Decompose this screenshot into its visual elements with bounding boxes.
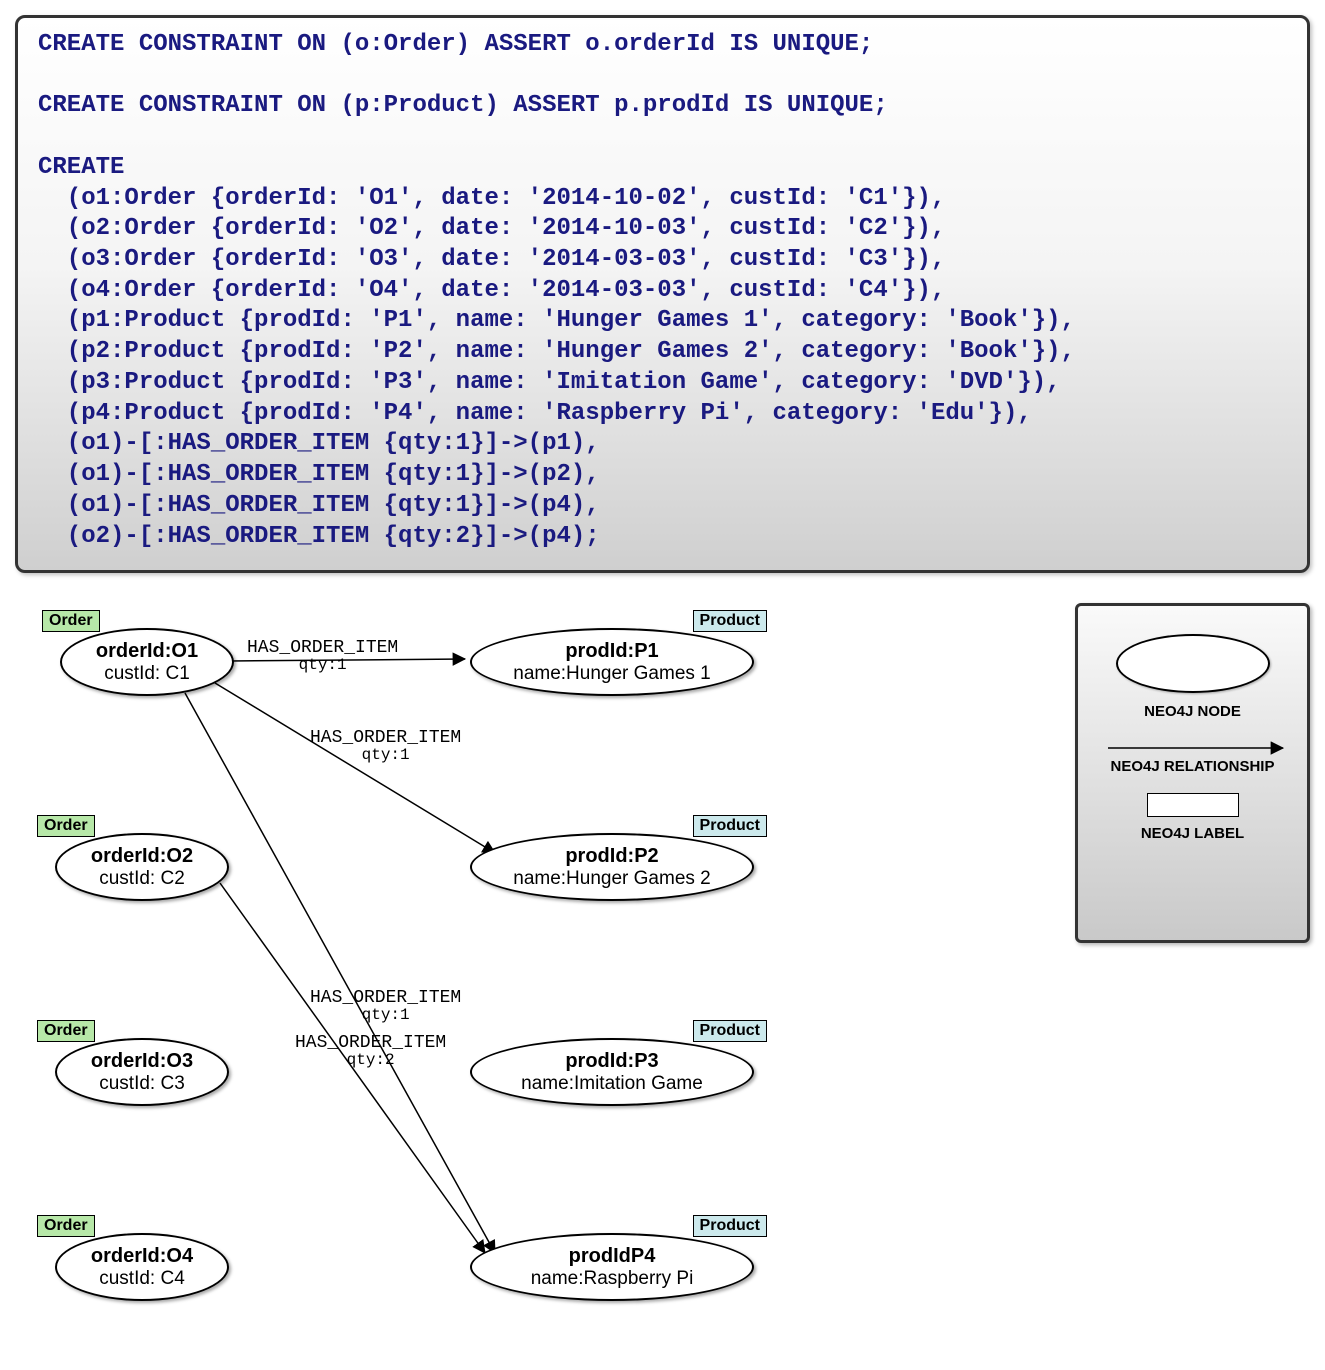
node-prop: name:Hunger Games 2 — [513, 868, 711, 890]
edges-layer — [15, 603, 1065, 1343]
node-prop: custId: C3 — [99, 1073, 185, 1095]
order-label-tag: Order — [37, 1215, 95, 1237]
graph-diagram: Order orderId:O1 custId: C1 Order orderI… — [15, 603, 1310, 1343]
legend-relationship-label: NEO4J RELATIONSHIP — [1111, 758, 1275, 775]
order-label-tag: Order — [37, 815, 95, 837]
rel-label-r2: HAS_ORDER_ITEM qty:1 — [310, 728, 461, 764]
order-node-o4: Order orderId:O4 custId: C4 — [55, 1233, 229, 1301]
product-label-tag: Product — [693, 610, 767, 632]
product-node-p3: Product prodId:P3 name:Imitation Game — [470, 1038, 754, 1106]
legend-label-icon — [1147, 793, 1239, 817]
legend-panel: NEO4J NODE NEO4J RELATIONSHIP NEO4J LABE… — [1075, 603, 1310, 943]
node-prop: name:Imitation Game — [521, 1073, 703, 1095]
legend-arrow-icon — [1093, 738, 1293, 758]
product-node-p4: Product prodIdP4 name:Raspberry Pi — [470, 1233, 754, 1301]
node-prop: name:Raspberry Pi — [531, 1268, 694, 1290]
legend-node-icon — [1116, 634, 1270, 693]
order-node-o3: Order orderId:O3 custId: C3 — [55, 1038, 229, 1106]
order-label-tag: Order — [42, 610, 100, 632]
product-label-tag: Product — [693, 815, 767, 837]
node-id: prodIdP4 — [569, 1245, 656, 1268]
node-prop: custId: C1 — [104, 663, 190, 685]
product-label-tag: Product — [693, 1020, 767, 1042]
product-label-tag: Product — [693, 1215, 767, 1237]
product-node-p1: Product prodId:P1 name:Hunger Games 1 — [470, 628, 754, 696]
cypher-code: CREATE CONSTRAINT ON (o:Order) ASSERT o.… — [38, 30, 1287, 552]
node-id: orderId:O2 — [91, 845, 193, 868]
order-node-o1: Order orderId:O1 custId: C1 — [60, 628, 234, 696]
node-id: orderId:O4 — [91, 1245, 193, 1268]
node-prop: custId: C2 — [99, 868, 185, 890]
cypher-code-panel: CREATE CONSTRAINT ON (o:Order) ASSERT o.… — [15, 15, 1310, 573]
rel-label-r4: HAS_ORDER_ITEM qty:2 — [295, 1033, 446, 1069]
node-id: orderId:O3 — [91, 1050, 193, 1073]
node-id: orderId:O1 — [96, 640, 198, 663]
legend-node-label: NEO4J NODE — [1144, 703, 1241, 720]
rel-label-r3: HAS_ORDER_ITEM qty:1 — [310, 988, 461, 1024]
node-id: prodId:P3 — [565, 1050, 658, 1073]
order-label-tag: Order — [37, 1020, 95, 1042]
node-prop: name:Hunger Games 1 — [513, 663, 711, 685]
node-prop: custId: C4 — [99, 1268, 185, 1290]
product-node-p2: Product prodId:P2 name:Hunger Games 2 — [470, 833, 754, 901]
node-id: prodId:P2 — [565, 845, 658, 868]
legend-label-label: NEO4J LABEL — [1141, 825, 1244, 842]
order-node-o2: Order orderId:O2 custId: C2 — [55, 833, 229, 901]
rel-label-r1: HAS_ORDER_ITEM qty:1 — [247, 638, 398, 674]
node-id: prodId:P1 — [565, 640, 658, 663]
